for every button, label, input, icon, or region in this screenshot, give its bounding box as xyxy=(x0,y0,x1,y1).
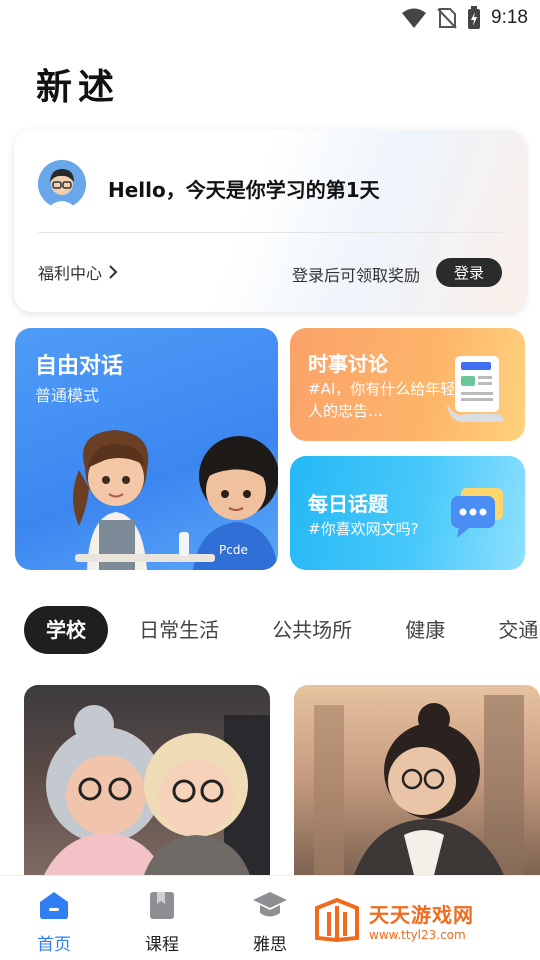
wifi-icon xyxy=(402,8,427,28)
watermark-logo-icon xyxy=(315,898,359,942)
divider xyxy=(38,232,502,233)
no-sim-icon xyxy=(437,8,457,29)
nav-ielts-label: 雅思 xyxy=(253,935,287,955)
graduation-cap-icon xyxy=(253,892,287,917)
login-button[interactable]: 登录 xyxy=(436,258,502,287)
category-tabs: 学校 日常生活 公共场所 健康 交通出行 xyxy=(24,606,540,654)
watermark: 天天游戏网 www.ttyl23.com xyxy=(313,898,474,942)
battery-charging-icon xyxy=(468,6,481,29)
news-discussion-card[interactable]: 时事讨论 #AI，你有什么给年轻人的忠告… xyxy=(290,328,525,441)
nav-courses[interactable]: 课程 xyxy=(132,890,192,955)
tab-school[interactable]: 学校 xyxy=(24,606,108,654)
scene-card-1[interactable] xyxy=(24,685,270,875)
tab-health[interactable]: 健康 xyxy=(383,606,467,654)
greeting-text: Hello，今天是你学习的第1天 xyxy=(108,178,380,202)
daily-topic-title: 每日话题 xyxy=(308,492,388,516)
chevron-right-icon xyxy=(109,265,118,279)
welfare-center-label: 福利中心 xyxy=(38,264,103,283)
nav-home[interactable]: 首页 xyxy=(24,890,84,955)
news-title: 时事讨论 xyxy=(308,352,388,376)
welfare-center-link[interactable]: 福利中心 xyxy=(38,260,118,284)
svg-text:Pcde: Pcde xyxy=(219,543,248,557)
free-talk-subtitle: 普通模式 xyxy=(35,386,100,405)
daily-topic-card[interactable]: 每日话题 #你喜欢网文吗? xyxy=(290,456,525,570)
scene-image-2 xyxy=(314,695,524,875)
watermark-url: www.ttyl23.com xyxy=(369,927,466,942)
nav-courses-label: 课程 xyxy=(145,935,179,955)
greeting-card: Hello，今天是你学习的第1天 福利中心 登录后可领取奖励 登录 xyxy=(14,130,526,312)
avatar[interactable] xyxy=(38,160,86,208)
book-icon xyxy=(150,892,174,919)
home-icon xyxy=(40,892,68,919)
news-subtitle: #AI，你有什么给年轻人的忠告… xyxy=(308,380,456,420)
newspaper-icon xyxy=(447,356,504,422)
free-talk-title: 自由对话 xyxy=(35,354,124,379)
chat-bubble-icon xyxy=(451,488,503,538)
free-talk-card[interactable]: 自由对话 普通模式 Pcde xyxy=(15,328,278,570)
watermark-title: 天天游戏网 xyxy=(369,902,474,927)
status-time: 9:18 xyxy=(491,7,528,28)
tab-daily-life[interactable]: 日常生活 xyxy=(117,606,241,654)
status-bar: 9:18 xyxy=(0,0,540,36)
nav-ielts[interactable]: 雅思 xyxy=(240,890,300,955)
status-icons: 9:18 xyxy=(401,6,528,30)
scene-card-2[interactable] xyxy=(294,685,540,875)
avatar-boy-icon xyxy=(38,160,86,208)
nav-home-label: 首页 xyxy=(37,935,71,955)
reward-hint: 登录后可领取奖励 xyxy=(291,266,420,285)
kids-illustration: Pcde xyxy=(73,430,278,570)
scene-image-1 xyxy=(44,705,270,875)
tab-public-places[interactable]: 公共场所 xyxy=(250,606,374,654)
tab-transportation[interactable]: 交通出行 xyxy=(476,606,540,654)
app-title: 新述 xyxy=(36,67,121,108)
